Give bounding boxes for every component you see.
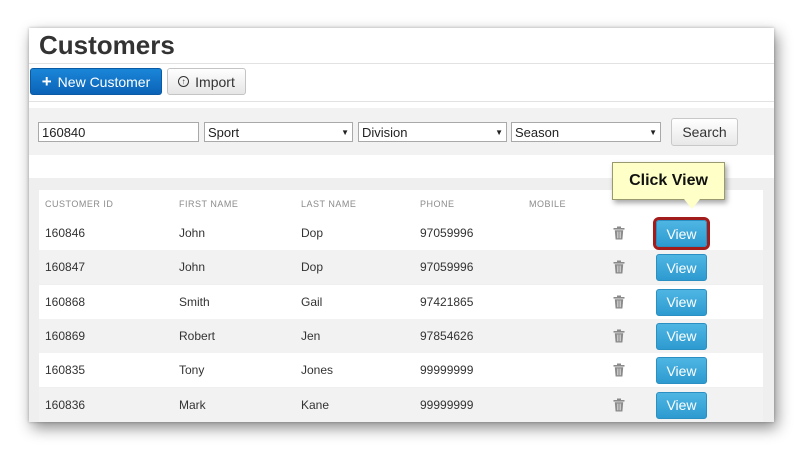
view-button[interactable]: View (656, 288, 707, 316)
customers-panel: Customers + New Customer ↑ Import Sport … (29, 28, 774, 422)
customer-id-cell: 160869 (45, 328, 86, 343)
trash-icon[interactable] (613, 295, 625, 314)
search-button[interactable]: Search (671, 118, 738, 146)
new-customer-button[interactable]: + New Customer (30, 68, 162, 95)
phone-cell: 99999999 (420, 363, 474, 378)
first-name-cell: Smith (179, 294, 210, 309)
trash-icon[interactable] (613, 226, 625, 245)
column-header-phone: PHONE (420, 199, 455, 209)
first-name-cell: Tony (179, 363, 205, 378)
table-row: 160846 John Dop 97059996 View (39, 216, 763, 250)
view-button[interactable]: View (653, 217, 710, 250)
callout-pointer (684, 199, 700, 209)
view-button[interactable]: View (656, 391, 707, 419)
new-customer-label: New Customer (57, 73, 151, 90)
import-icon: ↑ (178, 76, 190, 87)
first-name-cell: John (179, 226, 206, 240)
view-button[interactable]: View (656, 357, 707, 385)
import-button[interactable]: ↑ Import (167, 68, 246, 95)
last-name-cell: Kane (301, 397, 330, 412)
customer-id-cell: 160847 (45, 260, 86, 275)
table-row: 160868 Smith Gail 97421865 View (39, 284, 763, 319)
caret-down-icon: ▼ (649, 127, 657, 137)
season-select[interactable]: Season ▼ (511, 122, 661, 142)
view-button[interactable]: View (656, 254, 707, 282)
column-header-first-name: FIRST NAME (179, 199, 239, 209)
customer-id-cell: 160836 (45, 397, 86, 412)
season-select-value: Season (515, 124, 560, 140)
first-name-cell: Mark (179, 397, 206, 412)
column-header-last-name: LAST NAME (301, 199, 357, 209)
last-name-cell: Dop (301, 260, 324, 275)
trash-icon[interactable] (613, 363, 625, 382)
phone-cell: 97854626 (420, 328, 474, 343)
customer-table: CUSTOMER ID FIRST NAME LAST NAME PHONE M… (29, 178, 774, 422)
last-name-cell: Dop (301, 226, 324, 240)
customer-id-cell: 160835 (45, 363, 86, 378)
view-button[interactable]: View (656, 322, 707, 350)
division-select-value: Division (362, 124, 408, 140)
column-header-customer-id: CUSTOMER ID (45, 199, 114, 209)
page-title: Customers (39, 30, 175, 60)
sport-select-value: Sport (208, 124, 240, 140)
table-row: 160836 Mark Kane 99999999 View (39, 387, 763, 422)
trash-icon[interactable] (613, 260, 625, 279)
last-name-cell: Gail (301, 294, 323, 309)
toolbar-divider (29, 101, 774, 102)
caret-down-icon: ▼ (341, 127, 349, 137)
phone-cell: 97059996 (420, 226, 474, 240)
trash-icon[interactable] (613, 398, 625, 417)
caret-down-icon: ▼ (495, 127, 503, 137)
filter-bar: Sport ▼ Division ▼ Season ▼ Search (29, 108, 774, 155)
sport-select[interactable]: Sport ▼ (204, 122, 353, 142)
phone-cell: 99999999 (420, 397, 474, 412)
customer-search-input[interactable] (38, 122, 199, 142)
customer-id-cell: 160846 (45, 226, 86, 240)
last-name-cell: Jones (301, 363, 334, 378)
division-select[interactable]: Division ▼ (358, 122, 507, 142)
first-name-cell: Robert (179, 328, 216, 343)
customer-id-cell: 160868 (45, 294, 86, 309)
phone-cell: 97059996 (420, 260, 474, 275)
column-header-mobile: MOBILE (529, 199, 567, 209)
table-row: 160869 Robert Jen 97854626 View (39, 318, 763, 353)
title-divider (29, 63, 774, 64)
last-name-cell: Jen (301, 328, 321, 343)
click-view-callout: Click View (612, 162, 725, 200)
phone-cell: 97421865 (420, 294, 474, 309)
trash-icon[interactable] (613, 329, 625, 348)
plus-icon: + (41, 72, 52, 91)
table-row: 160835 Tony Jones 99999999 View (39, 353, 763, 388)
import-label: Import (195, 73, 235, 90)
first-name-cell: John (179, 260, 206, 275)
table-row: 160847 John Dop 97059996 View (39, 250, 763, 285)
